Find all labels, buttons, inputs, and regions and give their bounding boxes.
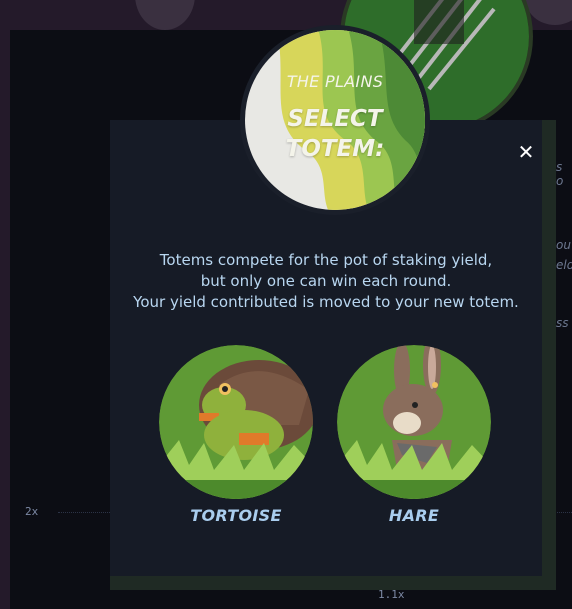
modal-title-line: SELECT <box>287 106 383 132</box>
background-blob <box>135 0 195 30</box>
totem-hare-button[interactable] <box>337 345 491 499</box>
background-partial-text: eld <box>556 258 572 272</box>
totem-label-tortoise[interactable]: TORTOISE <box>159 506 313 525</box>
totem-label-hare[interactable]: HARE <box>337 506 491 525</box>
description-line: Totems compete for the pot of staking yi… <box>159 251 493 269</box>
background-partial-text: ss <box>556 316 569 330</box>
modal-title: SELECT TOTEM: <box>240 104 430 164</box>
axis-label-left: 2x <box>25 505 39 518</box>
close-button[interactable]: ✕ <box>514 140 538 164</box>
modal-title-line: TOTEM: <box>285 136 385 162</box>
background-partial-text: s o <box>556 160 564 188</box>
hare-icon <box>337 345 491 499</box>
tortoise-icon <box>159 345 313 499</box>
modal-description: Totems compete for the pot of staking yi… <box>110 250 542 313</box>
background-partial-text: ou <box>556 238 571 252</box>
emblem-kicker: THE PLAINS <box>286 72 384 91</box>
description-line: Your yield contributed is moved to your … <box>133 293 519 311</box>
totem-tortoise-button[interactable] <box>159 345 313 499</box>
description-line: but only one can win each round. <box>200 272 452 290</box>
background-blob <box>525 0 572 25</box>
